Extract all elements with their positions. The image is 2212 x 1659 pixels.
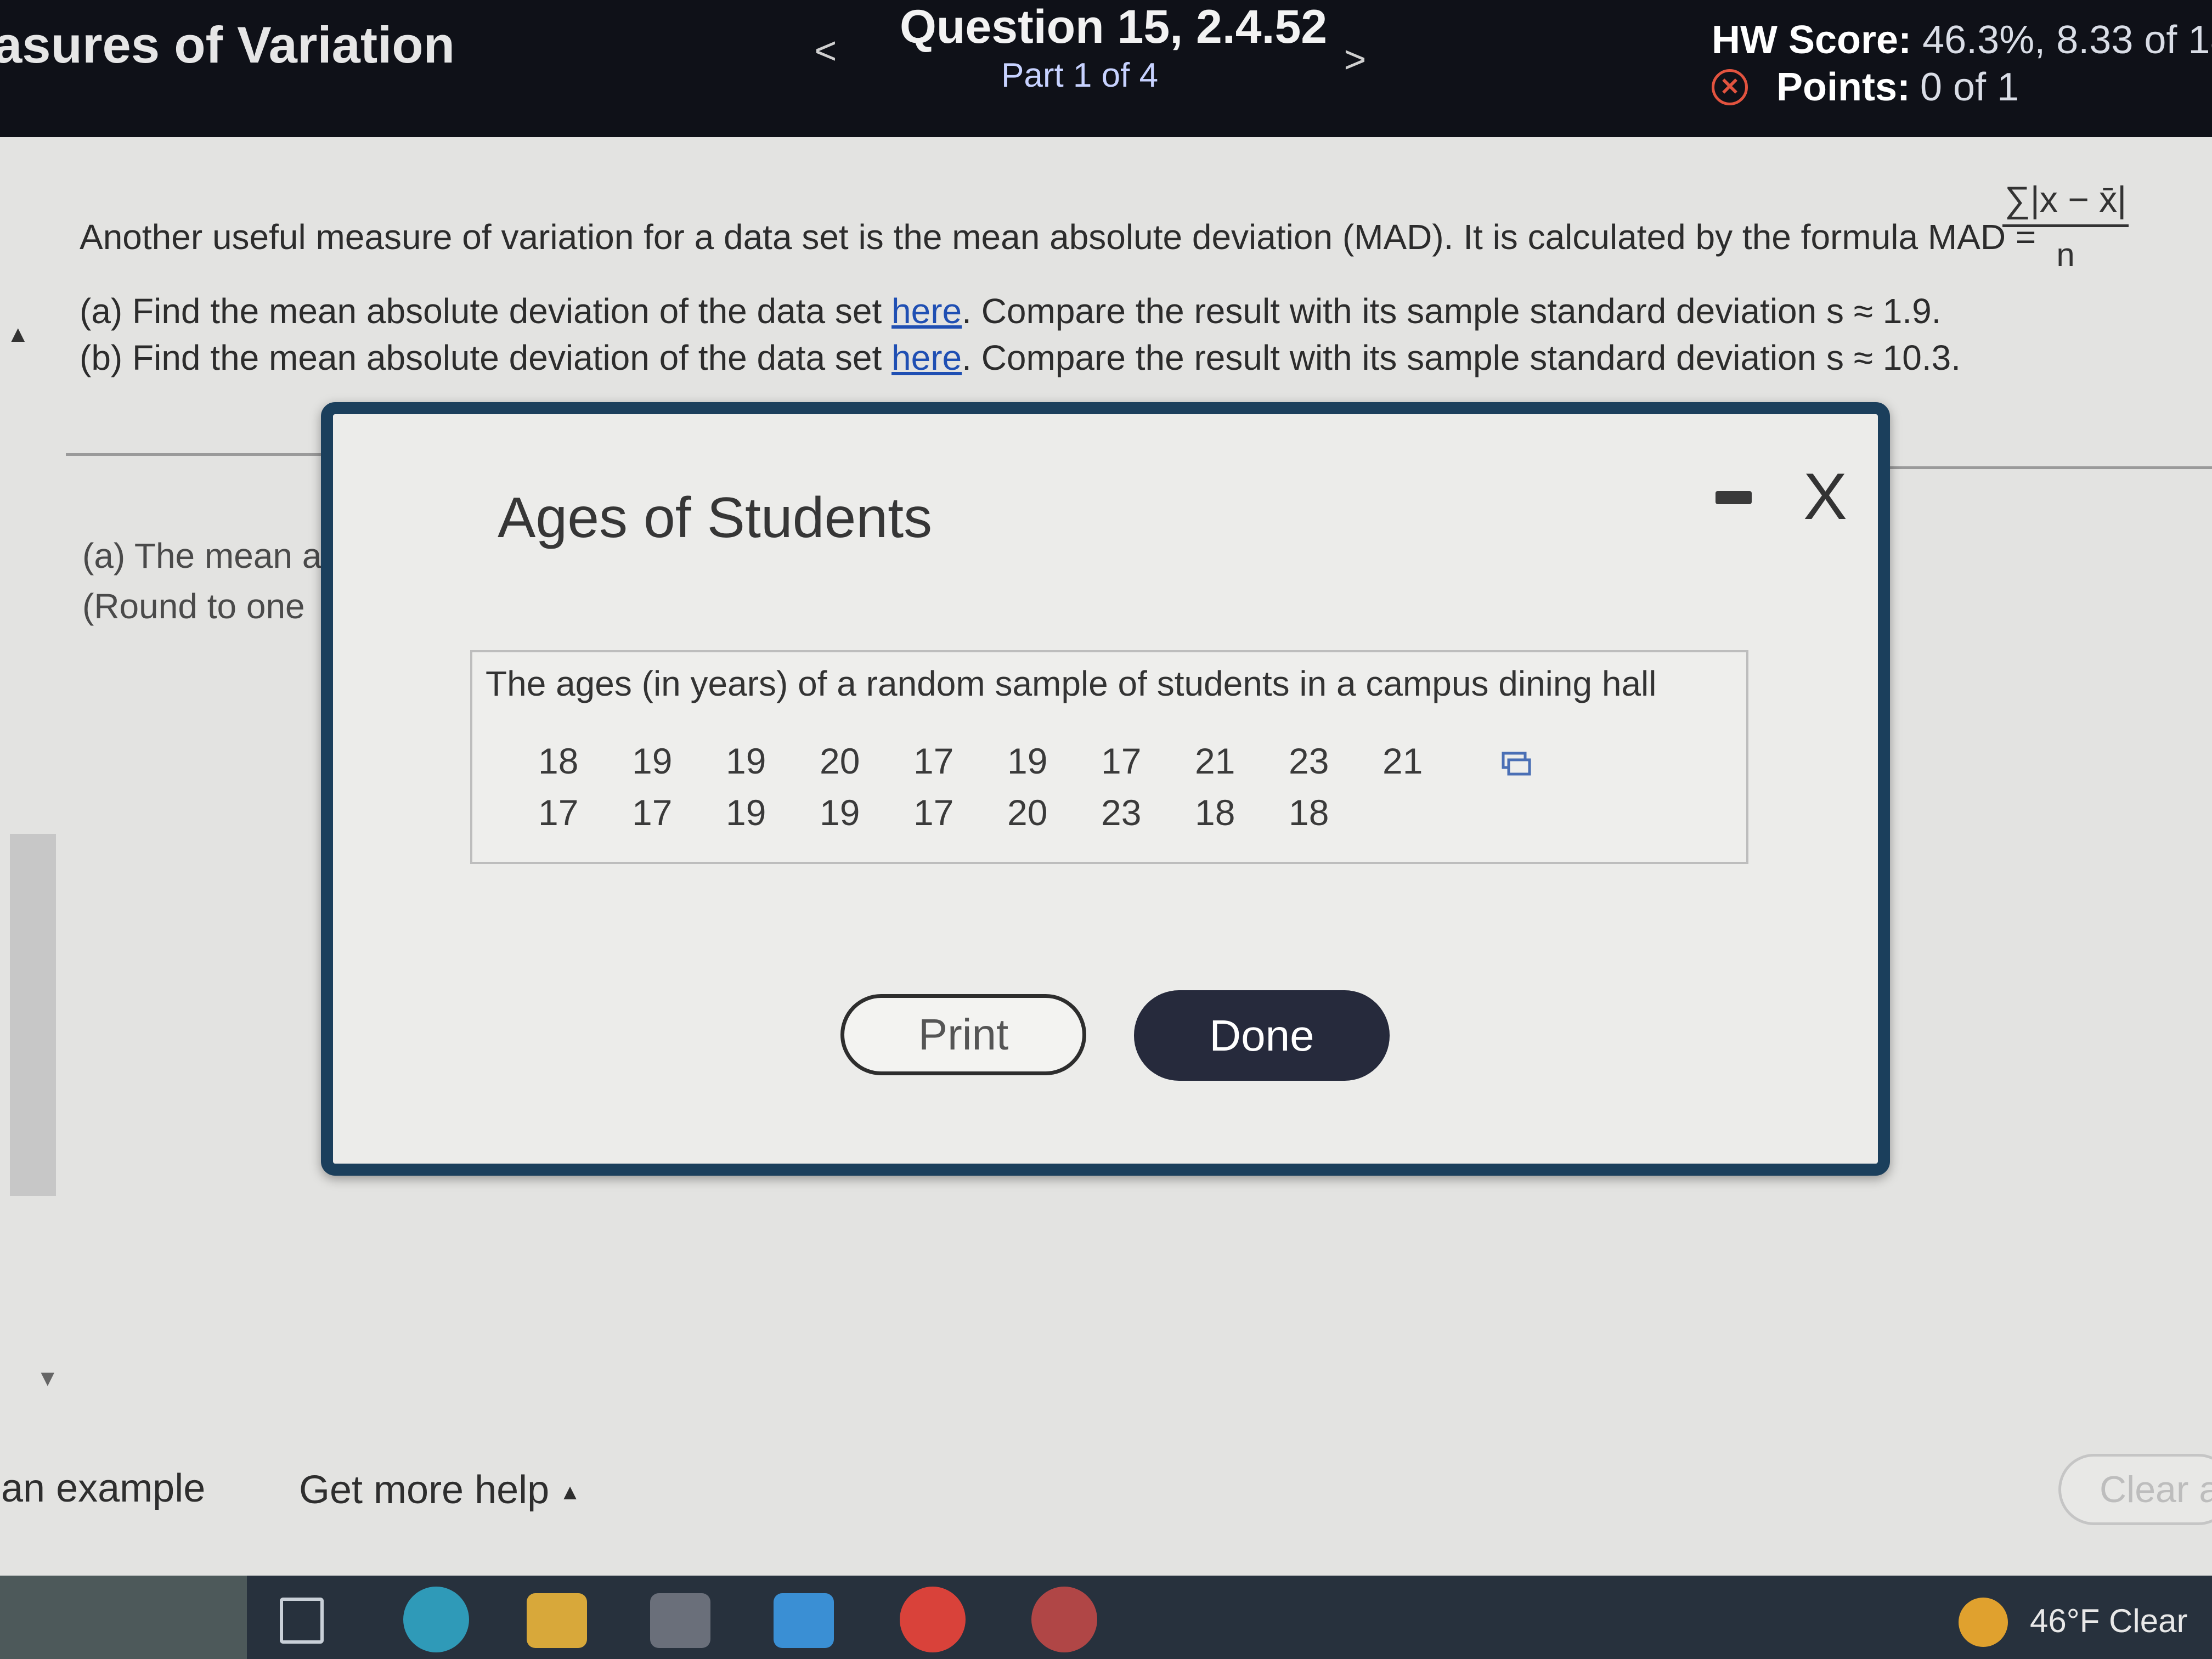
answer-part-a-text: (a) The mean a xyxy=(82,536,322,575)
question-part-label: Part 1 of 4 xyxy=(1001,57,1159,94)
previous-question-button[interactable]: < xyxy=(806,29,845,72)
data-cell: 18 xyxy=(1289,792,1329,833)
data-set-a-link[interactable]: here xyxy=(891,291,962,331)
data-cell: 21 xyxy=(1383,741,1423,781)
section-title: asures of Variation xyxy=(0,16,455,74)
next-question-button[interactable]: > xyxy=(1336,37,1374,81)
app-icon[interactable] xyxy=(1031,1587,1097,1652)
question-part-b: (b) Find the mean absolute deviation of … xyxy=(80,337,1961,378)
part-b-prefix: (b) Find the mean absolute deviation of … xyxy=(80,338,892,377)
data-cell: 20 xyxy=(1007,792,1048,833)
get-more-help-button[interactable]: Get more help ▲ xyxy=(299,1468,581,1513)
data-cell: 19 xyxy=(632,741,673,781)
scroll-down-arrow-icon[interactable]: ▼ xyxy=(36,1365,59,1391)
get-more-help-label: Get more help xyxy=(299,1468,550,1512)
hw-score: HW Score: 46.3%, 8.33 of 18 p xyxy=(1712,18,2212,63)
divider xyxy=(66,453,324,456)
data-cell: 18 xyxy=(1195,792,1235,833)
x-circle-icon: ✕ xyxy=(1712,69,1748,105)
question-intro: Another useful measure of variation for … xyxy=(80,217,2036,257)
question-title: Question 15, 2.4.52 xyxy=(900,1,1328,53)
caret-up-icon: ▲ xyxy=(559,1480,581,1505)
hw-score-label: HW Score: xyxy=(1712,18,1912,62)
formula-numerator: ∑|x − x̄| xyxy=(2002,178,2129,227)
formula-denominator: n xyxy=(2056,236,2075,273)
data-cell: 17 xyxy=(632,792,673,833)
data-cell: 19 xyxy=(726,741,766,781)
data-cell: 17 xyxy=(913,741,954,781)
answer-round-instruction: (Round to one xyxy=(82,586,305,626)
dialog-title: Ages of Students xyxy=(498,486,933,550)
data-cell: 19 xyxy=(820,792,860,833)
part-b-suffix: . Compare the result with its sample sta… xyxy=(962,338,1961,377)
edge-browser-icon[interactable] xyxy=(403,1587,469,1652)
copy-data-icon[interactable] xyxy=(1501,751,1532,776)
view-example-link[interactable]: an example xyxy=(1,1466,205,1511)
data-cell: 17 xyxy=(1101,741,1142,781)
file-explorer-icon[interactable] xyxy=(527,1593,587,1648)
taskbar-widgets-area[interactable] xyxy=(0,1576,247,1659)
data-table-caption: The ages (in years) of a random sample o… xyxy=(486,664,1657,703)
print-button[interactable]: Print xyxy=(840,994,1086,1075)
data-cell: 17 xyxy=(538,792,579,833)
mail-icon[interactable] xyxy=(774,1593,834,1648)
chrome-browser-icon[interactable] xyxy=(900,1587,966,1652)
points-value: 0 of 1 xyxy=(1920,65,2019,109)
data-row: 17 17 19 19 17 20 23 18 18 xyxy=(538,792,1383,833)
question-part-a: (a) Find the mean absolute deviation of … xyxy=(80,291,1941,331)
left-scrollbar[interactable] xyxy=(10,834,56,1196)
weather-status[interactable]: 46°F Clear xyxy=(2030,1602,2187,1640)
part-a-suffix: . Compare the result with its sample sta… xyxy=(962,291,1942,331)
clear-all-button[interactable]: Clear a xyxy=(2058,1454,2212,1525)
scroll-up-arrow-icon[interactable]: ▲ xyxy=(7,321,30,347)
moon-weather-icon xyxy=(1959,1598,2008,1647)
data-cell: 23 xyxy=(1101,792,1142,833)
data-set-b-link[interactable]: here xyxy=(891,338,962,377)
divider xyxy=(1882,466,2212,469)
data-cell: 18 xyxy=(538,741,579,781)
top-header-bar: asures of Variation < Question 15, 2.4.5… xyxy=(0,0,2212,137)
hw-score-value: 46.3%, 8.33 of 18 p xyxy=(1922,18,2212,62)
points-label: Points: xyxy=(1776,65,1910,109)
data-table: The ages (in years) of a random sample o… xyxy=(470,650,1748,864)
data-cell: 19 xyxy=(726,792,766,833)
data-set-dialog: Ages of Students X The ages (in years) o… xyxy=(321,402,1890,1176)
mad-formula: ∑|x − x̄| n xyxy=(2002,178,2129,274)
minimize-icon[interactable] xyxy=(1716,491,1752,504)
data-cell: 20 xyxy=(820,741,860,781)
close-icon[interactable]: X xyxy=(1803,464,1847,529)
data-cell: 19 xyxy=(1007,741,1048,781)
data-cell: 23 xyxy=(1289,741,1329,781)
data-row: 18 19 19 20 17 19 17 21 23 21 xyxy=(538,740,1476,782)
data-cell: 17 xyxy=(913,792,954,833)
store-icon[interactable] xyxy=(650,1593,710,1648)
data-cell: 21 xyxy=(1195,741,1235,781)
points-status: ✕ Points: 0 of 1 xyxy=(1712,65,2019,110)
task-view-icon[interactable] xyxy=(280,1598,324,1644)
part-a-prefix: (a) Find the mean absolute deviation of … xyxy=(80,291,892,331)
windows-taskbar: 46°F Clear xyxy=(0,1576,2212,1659)
done-button[interactable]: Done xyxy=(1134,990,1390,1081)
